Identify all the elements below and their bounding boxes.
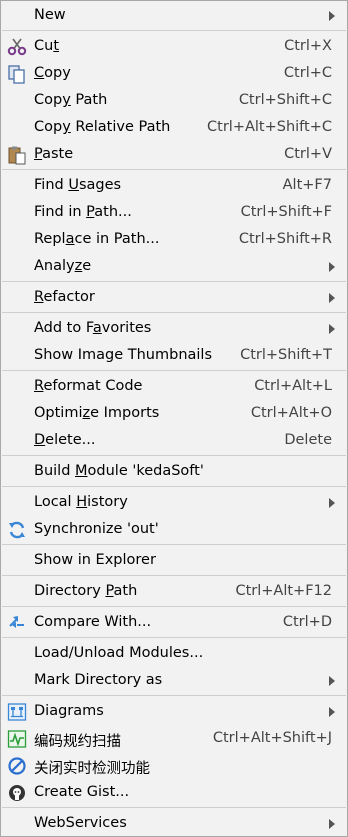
shortcut-label: Ctrl+Alt+F12 bbox=[235, 583, 332, 599]
menu-item-find-in-path[interactable]: Find in Path... Ctrl+Shift+F bbox=[1, 199, 347, 226]
menu-item-code-scan[interactable]: 编码规约扫描 Ctrl+Alt+Shift+J bbox=[1, 725, 347, 752]
separator bbox=[2, 169, 346, 170]
shortcut-label: Ctrl+Alt+O bbox=[250, 405, 332, 421]
menu-item-create-gist[interactable]: Create Gist... bbox=[1, 779, 347, 806]
paste-icon bbox=[7, 145, 27, 165]
shortcut-label: Delete bbox=[284, 432, 332, 448]
separator bbox=[2, 544, 346, 545]
scissors-icon bbox=[7, 37, 27, 57]
menu-item-replace-in-path[interactable]: Replace in Path... Ctrl+Shift+R bbox=[1, 226, 347, 253]
separator bbox=[2, 455, 346, 456]
copy-icon bbox=[7, 64, 27, 84]
shortcut-label: Ctrl+Shift+R bbox=[238, 231, 332, 247]
shortcut-label: Alt+F7 bbox=[282, 177, 332, 193]
menu-item-load-unload-modules[interactable]: Load/Unload Modules... bbox=[1, 640, 347, 667]
separator bbox=[2, 486, 346, 487]
shortcut-label: Ctrl+D bbox=[282, 614, 332, 630]
submenu-arrow-icon bbox=[329, 498, 335, 508]
menu-item-webservices[interactable]: WebServices bbox=[1, 810, 347, 837]
menu-item-cut[interactable]: Cut Ctrl+X bbox=[1, 33, 347, 60]
submenu-arrow-icon bbox=[329, 707, 335, 717]
separator bbox=[2, 606, 346, 607]
separator bbox=[2, 695, 346, 696]
compare-icon bbox=[7, 613, 27, 633]
submenu-arrow-icon bbox=[329, 293, 335, 303]
menu-item-build-module[interactable]: Build Module 'kedaSoft' bbox=[1, 458, 347, 485]
menu-item-mark-directory-as[interactable]: Mark Directory as bbox=[1, 667, 347, 694]
menu-item-find-usages[interactable]: Find Usages Alt+F7 bbox=[1, 172, 347, 199]
menu-item-copy-relative-path[interactable]: Copy Relative Path Ctrl+Alt+Shift+C bbox=[1, 114, 347, 141]
menu-item-show-image-thumbnails[interactable]: Show Image Thumbnails Ctrl+Shift+T bbox=[1, 342, 347, 369]
shortcut-label: Ctrl+V bbox=[284, 146, 332, 162]
sync-icon bbox=[7, 520, 27, 540]
separator bbox=[2, 312, 346, 313]
menu-item-show-in-explorer[interactable]: Show in Explorer bbox=[1, 547, 347, 574]
menu-item-add-to-favorites[interactable]: Add to Favorites bbox=[1, 315, 347, 342]
separator bbox=[2, 370, 346, 371]
menu-item-reformat-code[interactable]: Reformat Code Ctrl+Alt+L bbox=[1, 373, 347, 400]
menu-item-analyze[interactable]: Analyze bbox=[1, 253, 347, 280]
menu-item-delete[interactable]: Delete... Delete bbox=[1, 427, 347, 454]
scan-icon bbox=[7, 729, 27, 749]
separator bbox=[2, 807, 346, 808]
separator bbox=[2, 637, 346, 638]
menu-item-synchronize[interactable]: Synchronize 'out' bbox=[1, 516, 347, 543]
context-menu: New Cut Ctrl+X Copy Ctrl+C Copy Path Ctr… bbox=[0, 0, 348, 837]
menu-item-copy-path[interactable]: Copy Path Ctrl+Shift+C bbox=[1, 87, 347, 114]
shortcut-label: Ctrl+Alt+Shift+J bbox=[212, 730, 332, 746]
forbidden-icon bbox=[7, 756, 27, 776]
shortcut-label: Ctrl+C bbox=[283, 65, 332, 81]
shortcut-label: Ctrl+Shift+C bbox=[238, 92, 332, 108]
shortcut-label: Ctrl+Shift+T bbox=[240, 347, 332, 363]
submenu-arrow-icon bbox=[329, 262, 335, 272]
shortcut-label: Ctrl+X bbox=[284, 38, 332, 54]
github-icon bbox=[7, 783, 27, 803]
menu-item-diagrams[interactable]: Diagrams bbox=[1, 698, 347, 725]
menu-item-optimize-imports[interactable]: Optimize Imports Ctrl+Alt+O bbox=[1, 400, 347, 427]
shortcut-label: Ctrl+Shift+F bbox=[240, 204, 332, 220]
diagram-icon bbox=[7, 702, 27, 722]
separator bbox=[2, 281, 346, 282]
menu-item-refactor[interactable]: Refactor bbox=[1, 284, 347, 311]
shortcut-label: Ctrl+Alt+Shift+C bbox=[207, 119, 332, 135]
submenu-arrow-icon bbox=[329, 676, 335, 686]
menu-item-copy[interactable]: Copy Ctrl+C bbox=[1, 60, 347, 87]
menu-item-close-realtime-check[interactable]: 关闭实时检测功能 bbox=[1, 752, 347, 779]
separator bbox=[2, 30, 346, 31]
menu-item-local-history[interactable]: Local History bbox=[1, 489, 347, 516]
menu-item-new[interactable]: New bbox=[1, 2, 347, 29]
menu-item-paste[interactable]: Paste Ctrl+V bbox=[1, 141, 347, 168]
shortcut-label: Ctrl+Alt+L bbox=[254, 378, 332, 394]
menu-item-directory-path[interactable]: Directory Path Ctrl+Alt+F12 bbox=[1, 578, 347, 605]
menu-item-compare-with[interactable]: Compare With... Ctrl+D bbox=[1, 609, 347, 636]
submenu-arrow-icon bbox=[329, 11, 335, 21]
submenu-arrow-icon bbox=[329, 324, 335, 334]
separator bbox=[2, 575, 346, 576]
submenu-arrow-icon bbox=[329, 819, 335, 829]
